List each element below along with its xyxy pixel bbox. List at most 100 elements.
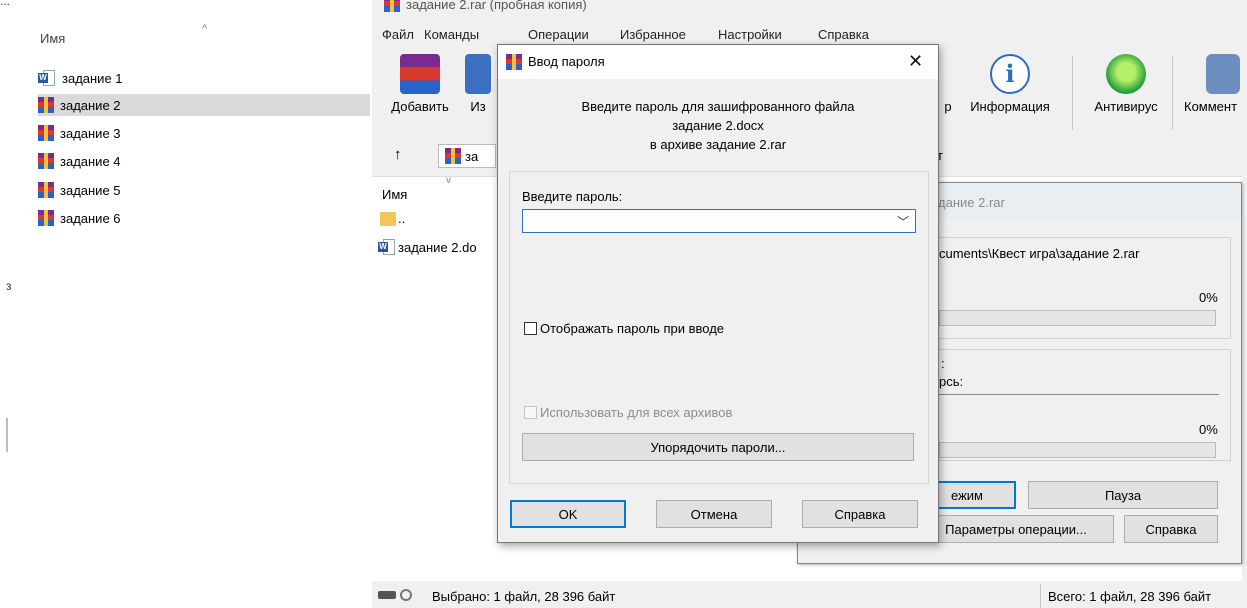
comment-icon bbox=[1206, 54, 1240, 94]
cancel-button-label: Отмена bbox=[690, 506, 738, 522]
menu-settings[interactable]: Настройки bbox=[718, 27, 782, 42]
winrar-logo-icon bbox=[506, 54, 522, 70]
file-name: задание 3 bbox=[60, 125, 121, 141]
progress-label-a: : bbox=[941, 356, 945, 371]
view-icon bbox=[943, 54, 953, 94]
antivirus-button[interactable]: Антивирус bbox=[1088, 54, 1164, 114]
drive-icon bbox=[378, 591, 396, 599]
menu-favorites[interactable]: Избранное bbox=[620, 27, 686, 42]
chevron-down-icon[interactable]: ﹀ bbox=[897, 213, 909, 230]
menu-operations[interactable]: Операции bbox=[528, 27, 589, 42]
progress-help-button[interactable]: Справка bbox=[1124, 515, 1218, 543]
column-header-name[interactable]: Имя bbox=[382, 187, 407, 202]
view-button[interactable]: р bbox=[942, 54, 954, 114]
file-name: задание 2 bbox=[60, 97, 121, 113]
add-button-label: Добавить bbox=[391, 99, 449, 114]
pause-button-label: Пауза bbox=[1104, 487, 1142, 503]
pause-button[interactable]: Пауза bbox=[1028, 481, 1218, 509]
word-doc-icon: W bbox=[38, 70, 56, 86]
scrollbar-thumb[interactable] bbox=[6, 418, 8, 452]
ok-button[interactable]: OK bbox=[510, 500, 626, 528]
comment-button[interactable]: Коммент bbox=[1184, 54, 1247, 114]
progress-bar-2 bbox=[939, 442, 1216, 458]
use-for-all-label: Использовать для всех архивов bbox=[540, 405, 733, 420]
close-icon[interactable]: ✕ bbox=[908, 51, 923, 72]
rar-archive-icon bbox=[38, 182, 54, 198]
file-name: задание 5 bbox=[60, 182, 121, 198]
sort-ascending-icon: ^ bbox=[202, 23, 208, 35]
progress-title: дание 2.rar bbox=[938, 195, 1005, 210]
window-title: задание 2.rar (пробная копия) bbox=[384, 0, 587, 12]
rar-archive-icon bbox=[445, 148, 461, 164]
folder-icon bbox=[380, 211, 396, 226]
status-divider bbox=[1040, 584, 1041, 608]
file-name: задание 6 bbox=[60, 210, 121, 226]
up-arrow-icon[interactable]: ↑ bbox=[394, 146, 402, 163]
dialog-title-bar: Ввод пароля ✕ bbox=[498, 45, 938, 79]
show-password-checkbox[interactable] bbox=[524, 322, 537, 335]
archive-path-field[interactable]: за bbox=[438, 144, 496, 168]
breadcrumb[interactable]: ... bbox=[0, 0, 372, 6]
add-archive-icon bbox=[400, 54, 440, 94]
add-button[interactable]: Добавить bbox=[390, 54, 450, 114]
organize-passwords-button[interactable]: Упорядочить пароли... bbox=[522, 433, 914, 461]
archive-path: cuments\Квест игра\задание 2.rar bbox=[939, 246, 1140, 261]
info-button-label: Информация bbox=[970, 99, 1050, 114]
view-button-label: р bbox=[944, 99, 952, 114]
menu-commands[interactable]: Команды bbox=[424, 27, 479, 42]
nav-pane-fragment: з bbox=[6, 279, 12, 293]
list-item[interactable]: задание 4 bbox=[38, 150, 370, 172]
info-line-3: в архиве задание 2.rar bbox=[649, 137, 787, 152]
table-row[interactable]: .. bbox=[380, 211, 405, 226]
progress-percent-2: 0% bbox=[1199, 422, 1218, 437]
extract-icon bbox=[465, 54, 491, 94]
info-icon: i bbox=[990, 54, 1030, 94]
organize-passwords-label: Упорядочить пароли... bbox=[650, 439, 786, 455]
word-doc-icon: W bbox=[378, 239, 396, 255]
progress-label-b: рсь: bbox=[939, 374, 964, 389]
list-item[interactable]: задание 6 bbox=[38, 207, 370, 229]
list-item[interactable]: задание 5 bbox=[38, 179, 370, 201]
extract-button[interactable]: Из bbox=[458, 54, 498, 114]
menu-help[interactable]: Справка bbox=[818, 27, 869, 42]
progress-help-label: Справка bbox=[1145, 521, 1197, 537]
menu-bar: Файл Команды Операции Избранное Настройк… bbox=[372, 24, 1247, 44]
help-button[interactable]: Справка bbox=[802, 500, 918, 528]
rar-archive-icon bbox=[38, 153, 54, 169]
file-name: задание 2.do bbox=[398, 239, 477, 255]
antivirus-button-label: Антивирус bbox=[1094, 99, 1158, 114]
menu-file[interactable]: Файл bbox=[382, 27, 414, 42]
password-label: Введите пароль: bbox=[522, 189, 623, 204]
list-item[interactable]: W задание 1 bbox=[38, 67, 370, 89]
cancel-button[interactable]: Отмена bbox=[656, 500, 772, 528]
progress-bar-1 bbox=[939, 310, 1216, 326]
dialog-title: Ввод пароля bbox=[528, 54, 605, 69]
show-password-label[interactable]: Отображать пароль при вводе bbox=[540, 321, 724, 336]
list-item[interactable]: задание 2 bbox=[38, 94, 370, 116]
operation-params-button[interactable]: Параметры операции... bbox=[918, 515, 1114, 543]
extract-button-label: Из bbox=[470, 99, 486, 114]
winrar-logo-icon bbox=[384, 0, 400, 12]
list-item[interactable]: задание 3 bbox=[38, 122, 370, 144]
column-header-name[interactable]: Имя bbox=[40, 31, 65, 46]
toolbar-separator bbox=[1172, 56, 1173, 130]
file-name: .. bbox=[398, 211, 406, 226]
help-button-label: Справка bbox=[834, 506, 886, 522]
table-row[interactable]: W задание 2.do bbox=[378, 239, 477, 255]
window-title-text: задание 2.rar (пробная копия) bbox=[406, 0, 587, 12]
password-dialog: Ввод пароля ✕ Введите пароль для зашифро… bbox=[497, 44, 939, 543]
progress-divider bbox=[939, 394, 1219, 395]
use-for-all-checkbox[interactable] bbox=[524, 406, 537, 419]
sort-indicator-icon: v bbox=[446, 175, 451, 186]
rar-archive-icon bbox=[38, 125, 54, 141]
ok-button-label: OK bbox=[558, 506, 578, 522]
password-input[interactable]: ﹀ bbox=[522, 209, 916, 233]
antivirus-bug-icon bbox=[1106, 54, 1146, 94]
info-button[interactable]: i Информация bbox=[962, 54, 1058, 114]
rar-archive-icon bbox=[38, 97, 54, 113]
key-icon bbox=[400, 589, 412, 601]
explorer-pane: ... ^ Имя W задание 1 задание 2 задание … bbox=[0, 0, 372, 608]
file-name: задание 1 bbox=[62, 70, 123, 86]
status-bar: Выбрано: 1 файл, 28 396 байт Всего: 1 фа… bbox=[372, 584, 1247, 608]
status-total: Всего: 1 файл, 28 396 байт bbox=[1048, 589, 1212, 604]
